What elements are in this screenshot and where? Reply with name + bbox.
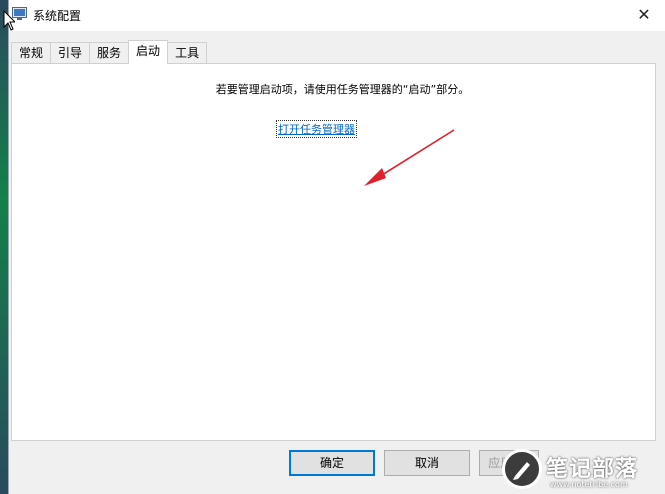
tab-services[interactable]: 服务 — [89, 42, 130, 64]
title-bar[interactable]: 系统配置 ✕ — [9, 0, 665, 31]
desktop-background-strip — [0, 0, 8, 494]
close-button[interactable]: ✕ — [629, 2, 659, 28]
watermark-brand: 笔记部落 — [546, 457, 639, 482]
window-title: 系统配置 — [33, 9, 82, 23]
ok-button[interactable]: 确定 — [289, 450, 375, 476]
tab-startup[interactable]: 启动 — [128, 40, 169, 64]
startup-message: 若要管理启动项，请使用任务管理器的“启动”部分。 — [215, 83, 470, 96]
system-config-window: 系统配置 ✕ 常规 引导 服务 启动 工具 若要管理启动项，请使用任务管理器的“… — [8, 0, 665, 494]
tab-boot[interactable]: 引导 — [50, 42, 91, 64]
annotation-arrow-icon — [364, 129, 455, 186]
watermark-url: www.notetribe.com — [550, 480, 628, 489]
cancel-button[interactable]: 取消 — [384, 450, 470, 476]
open-task-manager-link[interactable]: 打开任务管理器 — [276, 120, 357, 138]
watermark: 笔记部落 www.notetribe.com — [498, 446, 665, 494]
tab-tools[interactable]: 工具 — [167, 42, 208, 64]
tab-general[interactable]: 常规 — [11, 42, 52, 64]
startup-panel: 若要管理启动项，请使用任务管理器的“启动”部分。 打开任务管理器 — [11, 63, 656, 441]
mouse-cursor-icon — [3, 10, 15, 31]
pen-logo-icon — [502, 449, 542, 489]
tab-bar: 常规 引导 服务 启动 工具 — [11, 40, 208, 64]
